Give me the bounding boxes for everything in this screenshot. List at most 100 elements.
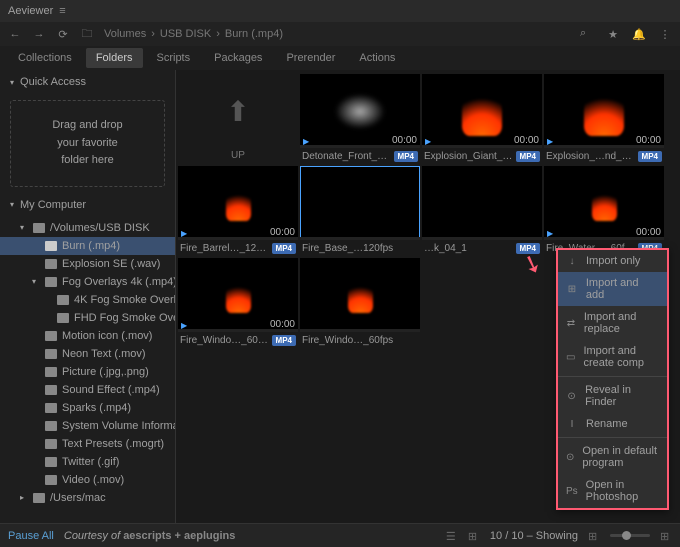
context-menu-item[interactable]: ⇄Import and replace: [558, 306, 667, 340]
file-name: Fire_Windo…_60fps: [302, 335, 418, 346]
thumbnail-cell[interactable]: Fire_Base_…120fps: [300, 166, 420, 256]
context-menu-item[interactable]: ⊙Reveal in Finder: [558, 379, 667, 413]
context-menu-item[interactable]: ▭ Import and create comp: [558, 340, 667, 374]
view-grid-icon[interactable]: ⊞: [588, 530, 600, 542]
view-list-icon[interactable]: ☰: [446, 530, 458, 542]
tree-item[interactable]: Sound Effect (.mp4): [0, 381, 175, 399]
zoom-slider[interactable]: [610, 534, 650, 537]
view-grid-small-icon[interactable]: ⊞: [468, 530, 480, 542]
drop-zone[interactable]: Drag and drop your favorite folder here: [10, 100, 165, 187]
folder-icon: [45, 277, 57, 287]
thumbnail-cell[interactable]: Fire_Windo…_60fps: [300, 258, 420, 348]
tab-packages[interactable]: Packages: [204, 48, 272, 68]
tab-collections[interactable]: Collections: [8, 48, 82, 68]
format-badge: MP4: [272, 243, 296, 254]
thumbnail: [300, 166, 420, 240]
tab-scripts[interactable]: Scripts: [147, 48, 201, 68]
tree-item[interactable]: Explosion SE (.wav): [0, 255, 175, 273]
tree-item[interactable]: ▸/Users/mac: [0, 489, 175, 507]
thumbnail-cell[interactable]: ▶00:00Explosion_Giant_60fps_01MP4: [422, 74, 542, 164]
thumbnail-cell[interactable]: ▶00:00Explosion_…nd_60fps_01MP4: [544, 74, 664, 164]
tree-item[interactable]: 4K Fog Smoke Overlays (.mp: [0, 291, 175, 309]
folder-icon: [45, 439, 57, 449]
context-menu-item[interactable]: IRename: [558, 413, 667, 435]
folder-icon: [57, 295, 69, 305]
format-badge: MP4: [638, 151, 662, 162]
tab-folders[interactable]: Folders: [86, 48, 143, 68]
file-name: Fire_Base_…120fps: [302, 243, 418, 254]
thumbnail-cell[interactable]: ▶00:00Fire_Barrel…_120fps_01_1MP4: [178, 166, 298, 256]
file-name: Fire_Windo…_60fps_04_1: [180, 335, 269, 346]
back-icon[interactable]: ←: [8, 27, 22, 41]
tree-item[interactable]: ▾Fog Overlays 4k (.mp4): [0, 273, 175, 291]
menu-item-label: Import and add: [586, 277, 659, 301]
tree-item[interactable]: FHD Fog Smoke Overlays (.mp: [0, 309, 175, 327]
forward-icon[interactable]: →: [32, 27, 46, 41]
tree-item[interactable]: Picture (.jpg,.png): [0, 363, 175, 381]
folder-icon: [45, 457, 57, 467]
folder-icon: [57, 313, 69, 323]
context-menu-item[interactable]: ↓Import only: [558, 250, 667, 272]
thumbnail-cell[interactable]: ▶00:00Fire_Water…_60fps_03_1MP4: [544, 166, 664, 256]
menu-item-label: Import and create comp: [583, 345, 659, 369]
content-area: ⬆UP▶00:00Detonate_Front_60fps_02MP4▶00:0…: [176, 70, 680, 523]
tree-label: Picture (.jpg,.png): [62, 366, 149, 378]
more-icon[interactable]: ⋮: [658, 27, 672, 41]
menu-item-icon: ▭: [566, 351, 575, 363]
tree-item[interactable]: Twitter (.gif): [0, 453, 175, 471]
thumbnail: ▶00:00: [178, 166, 298, 240]
my-computer-header[interactable]: ▾My Computer: [0, 193, 175, 217]
format-badge: MP4: [516, 151, 540, 162]
tree-label: Sound Effect (.mp4): [62, 384, 160, 396]
tree-item[interactable]: Neon Text (.mov): [0, 345, 175, 363]
up-folder[interactable]: ⬆UP: [178, 74, 298, 164]
thumbnail-cell[interactable]: ▶00:00Fire_Windo…_60fps_04_1MP4: [178, 258, 298, 348]
quick-access-header[interactable]: ▾Quick Access: [0, 70, 175, 94]
folder-icon: [45, 241, 57, 251]
thumbnail-cell[interactable]: …k_04_1MP4: [422, 166, 542, 256]
up-label: UP: [178, 148, 298, 164]
folder-icon: [45, 259, 57, 269]
tree-item[interactable]: Video (.mov): [0, 471, 175, 489]
thumbnail: ▶00:00: [300, 74, 420, 148]
menu-item-icon: Ps: [566, 485, 578, 497]
search-icon[interactable]: ⌕: [580, 27, 594, 41]
menu-item-icon: ⊞: [566, 283, 578, 295]
file-name: Detonate_Front_60fps_02: [302, 151, 391, 162]
menu-item-icon: ⊙: [566, 390, 577, 402]
tree-label: Explosion SE (.wav): [62, 258, 160, 270]
tree-item[interactable]: ▾/Volumes/USB DISK: [0, 219, 175, 237]
menu-item-label: Rename: [586, 418, 628, 430]
pause-all-button[interactable]: Pause All: [8, 530, 54, 542]
thumbnail: [300, 258, 420, 332]
tabs: Collections Folders Scripts Packages Pre…: [0, 46, 680, 70]
menu-item-label: Import only: [586, 255, 640, 267]
format-badge: MP4: [394, 151, 418, 162]
tree-item[interactable]: System Volume Information: [0, 417, 175, 435]
view-grid-large-icon[interactable]: ⊞: [660, 530, 672, 542]
tree-item[interactable]: Text Presets (.mogrt): [0, 435, 175, 453]
tab-prerender[interactable]: Prerender: [276, 48, 345, 68]
context-menu-item[interactable]: ⊙Open in default program: [558, 440, 667, 474]
context-menu-item[interactable]: ⊞ Import and add: [558, 272, 667, 306]
tree-item[interactable]: Motion icon (.mov): [0, 327, 175, 345]
tab-actions[interactable]: Actions: [349, 48, 405, 68]
star-icon[interactable]: ★: [606, 27, 620, 41]
context-menu-item[interactable]: Ps Open in Photoshop: [558, 474, 667, 508]
thumbnail: [422, 166, 542, 240]
menu-item-label: Import and replace: [584, 311, 659, 335]
folder-icon: [45, 331, 57, 341]
breadcrumb[interactable]: Volumes› USB DISK› Burn (.mp4): [104, 28, 283, 40]
folder-icon[interactable]: 🗀: [80, 27, 94, 41]
menu-item-label: Open in Photoshop: [586, 479, 659, 503]
tree-label: Burn (.mp4): [62, 240, 120, 252]
thumbnail-cell[interactable]: ▶00:00 Detonate_Front_60fps_02MP4: [300, 74, 420, 164]
hamburger-icon[interactable]: ≡: [59, 5, 65, 17]
refresh-icon[interactable]: ⟳: [56, 27, 70, 41]
tree-label: /Users/mac: [50, 492, 106, 504]
bell-icon[interactable]: 🔔: [632, 27, 646, 41]
tree-item[interactable]: Sparks (.mp4): [0, 399, 175, 417]
tree-item[interactable]: Burn (.mp4): [0, 237, 175, 255]
tree-label: Neon Text (.mov): [62, 348, 146, 360]
folder-icon: [45, 403, 57, 413]
